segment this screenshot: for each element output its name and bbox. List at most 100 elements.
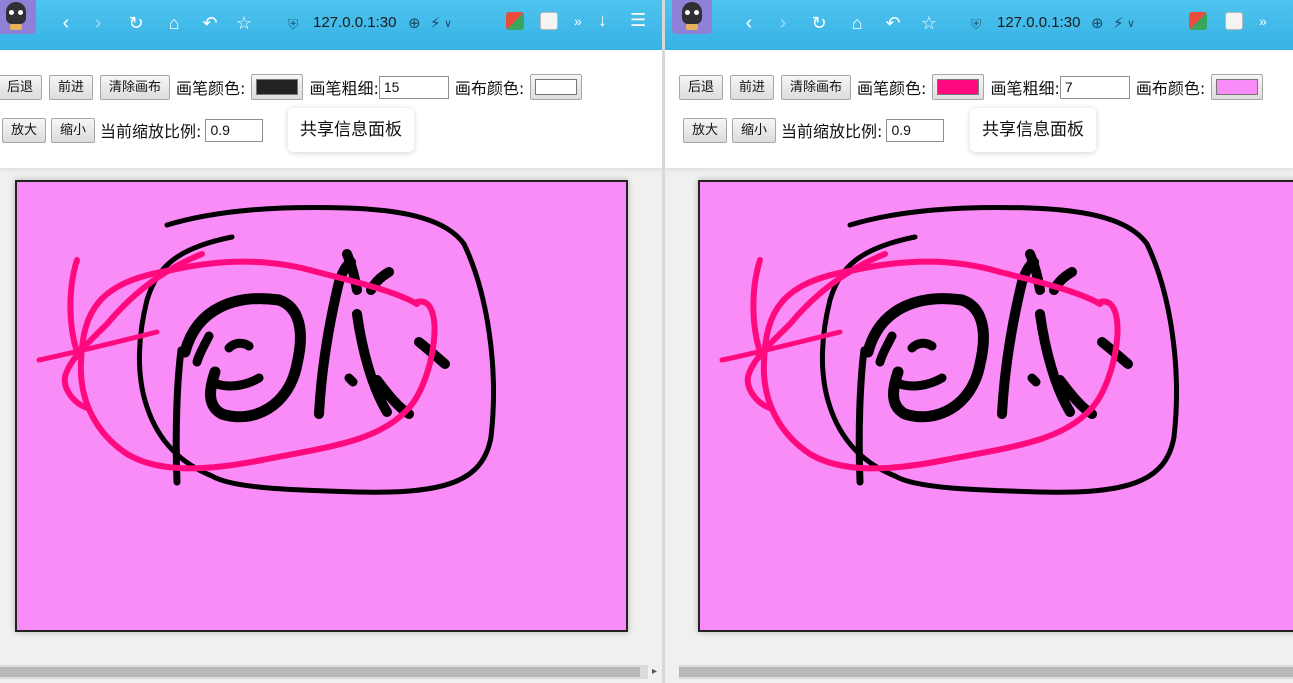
canvas-color-label: 画布颜色:: [1135, 79, 1206, 98]
screenshot-extension-icon[interactable]: [540, 12, 558, 30]
zoom-out-button[interactable]: 缩小: [732, 117, 777, 143]
pink-stem: [750, 257, 765, 360]
shield-icon: ⛨: [288, 16, 299, 32]
clear-canvas-button[interactable]: 清除画布: [781, 74, 852, 100]
zoom-value-input[interactable]: [886, 118, 945, 142]
black-stroke-8: [352, 309, 392, 417]
black-stroke-1: [855, 346, 868, 486]
clear-canvas-button[interactable]: 清除画布: [100, 74, 171, 100]
undo-icon[interactable]: ↶: [198, 10, 222, 36]
address-bar[interactable]: ⛨ 127.0.0.1:30 ⊕ ⚡ ∨: [268, 8, 488, 38]
undo-button[interactable]: 后退: [0, 74, 43, 100]
canvas-color-label: 画布颜色:: [454, 79, 525, 98]
redo-button[interactable]: 前进: [49, 74, 94, 100]
toolbar-row-2: 放大 缩小 当前缩放比例:: [683, 117, 945, 143]
chevron-down-icon[interactable]: ∨: [444, 17, 452, 30]
horizontal-scrollbar[interactable]: [679, 665, 1293, 679]
reload-icon[interactable]: ↻: [807, 10, 831, 36]
pen-color-label: 画笔颜色:: [176, 79, 246, 98]
back-icon[interactable]: ‹: [737, 10, 761, 36]
canvas-color-picker[interactable]: [530, 74, 583, 100]
redo-button[interactable]: 前进: [730, 74, 775, 100]
sketch-group: [719, 205, 1179, 495]
browser-toolbar: ‹ › ↻ ⌂ ↶ ☆ ⛨ 127.0.0.1:30 ⊕ ⚡ ∨ »: [665, 0, 1293, 50]
black-stroke-6: [997, 257, 1039, 419]
black-stroke-9: [344, 373, 358, 387]
shared-info-panel-button[interactable]: 共享信息面板: [970, 108, 1096, 152]
star-icon[interactable]: ☆: [917, 10, 941, 36]
lightning-icon[interactable]: ⚡: [430, 14, 441, 32]
horizontal-scrollbar[interactable]: [0, 665, 648, 679]
canvas-drawing: [719, 205, 1179, 495]
canvas-drawing: [36, 205, 496, 495]
drawing-toolbar: 后退 前进 清除画布 画笔颜色: 画笔粗细: 画布颜色: 放大 缩小 当前缩放比…: [0, 50, 662, 168]
toolbar-row-1: 后退 前进 清除画布 画笔颜色: 画笔粗细: 画布颜色:: [679, 74, 1264, 100]
screenshot-extension-icon[interactable]: [1225, 12, 1243, 30]
zoom-icon[interactable]: ⊕: [1091, 14, 1104, 32]
zoom-icon[interactable]: ⊕: [408, 14, 421, 32]
browser-pane-right: ‹ › ↻ ⌂ ↶ ☆ ⛨ 127.0.0.1:30 ⊕ ⚡ ∨ » 后退 前进…: [665, 0, 1293, 683]
pink-stem: [67, 257, 82, 360]
black-stroke-5: [212, 373, 264, 391]
pen-color-label: 画笔颜色:: [857, 79, 927, 98]
shield-icon: ⛨: [971, 16, 982, 32]
star-icon[interactable]: ☆: [232, 10, 256, 36]
url-text: 127.0.0.1:30: [313, 14, 397, 31]
forward-icon[interactable]: ›: [771, 10, 795, 36]
url-text: 127.0.0.1:30: [997, 14, 1081, 31]
canvas-color-swatch: [1216, 79, 1259, 95]
menu-icon[interactable]: ☰: [630, 10, 646, 31]
canvas-color-picker[interactable]: [1211, 74, 1264, 100]
pen-width-input[interactable]: [378, 75, 449, 99]
black-stroke-5: [895, 373, 947, 391]
download-icon[interactable]: ↓: [598, 10, 607, 31]
undo-icon[interactable]: ↶: [881, 10, 905, 36]
address-bar[interactable]: ⛨ 127.0.0.1:30 ⊕ ⚡ ∨: [951, 8, 1171, 38]
toolbar-row-2: 放大 缩小 当前缩放比例:: [2, 117, 264, 143]
scrollbar-thumb[interactable]: [679, 667, 1293, 677]
pen-color-picker[interactable]: [932, 74, 985, 100]
home-icon[interactable]: ⌂: [845, 10, 869, 36]
zoom-label: 当前缩放比例:: [100, 122, 202, 141]
home-icon[interactable]: ⌂: [162, 10, 186, 36]
shared-info-panel-button[interactable]: 共享信息面板: [288, 108, 414, 152]
pen-color-swatch: [937, 79, 980, 95]
black-stroke-3: [875, 331, 897, 367]
browser-pane-left: ‹ › ↻ ⌂ ↶ ☆ ⛨ 127.0.0.1:30 ⊕ ⚡ ∨ » ↓ ☰ 后…: [0, 0, 662, 683]
back-icon[interactable]: ‹: [54, 10, 78, 36]
pen-color-swatch: [256, 79, 299, 95]
pen-width-label: 画笔粗细:: [990, 79, 1060, 98]
black-stroke-1: [172, 346, 185, 486]
forward-icon[interactable]: ›: [86, 10, 110, 36]
drawing-canvas[interactable]: [15, 180, 628, 632]
chevron-down-icon[interactable]: ∨: [1127, 17, 1135, 30]
sketch-group: [36, 205, 496, 495]
more-extensions-icon[interactable]: »: [574, 13, 582, 29]
zoom-value-input[interactable]: [205, 118, 264, 142]
black-stroke-3: [192, 331, 214, 367]
drawing-canvas[interactable]: [698, 180, 1293, 632]
pen-color-picker[interactable]: [251, 74, 304, 100]
toolbar-row-1: 后退 前进 清除画布 画笔颜色: 画笔粗细: 画布颜色:: [0, 74, 583, 100]
scrollbar-thumb[interactable]: [0, 667, 640, 677]
drawing-toolbar: 后退 前进 清除画布 画笔颜色: 画笔粗细: 画布颜色: 放大 缩小 当前缩放比…: [665, 50, 1293, 168]
profile-avatar[interactable]: [672, 0, 712, 34]
extensions-icon[interactable]: [506, 12, 524, 30]
browser-toolbar: ‹ › ↻ ⌂ ↶ ☆ ⛨ 127.0.0.1:30 ⊕ ⚡ ∨ » ↓ ☰: [0, 0, 662, 50]
undo-button[interactable]: 后退: [679, 74, 724, 100]
black-stroke-9: [1027, 373, 1041, 387]
black-stroke-4: [224, 338, 254, 353]
lightning-icon[interactable]: ⚡: [1113, 14, 1124, 32]
zoom-in-button[interactable]: 放大: [2, 117, 47, 143]
zoom-in-button[interactable]: 放大: [683, 117, 728, 143]
pen-width-input[interactable]: [1059, 75, 1130, 99]
scroll-right-arrow-icon[interactable]: ▸: [652, 666, 657, 677]
zoom-label: 当前缩放比例:: [781, 122, 883, 141]
canvas-color-swatch: [535, 79, 578, 95]
more-extensions-icon[interactable]: »: [1259, 13, 1267, 29]
extensions-icon[interactable]: [1189, 12, 1207, 30]
profile-avatar[interactable]: [0, 0, 36, 34]
zoom-out-button[interactable]: 缩小: [51, 117, 96, 143]
black-stroke-4: [907, 338, 937, 353]
reload-icon[interactable]: ↻: [124, 10, 148, 36]
